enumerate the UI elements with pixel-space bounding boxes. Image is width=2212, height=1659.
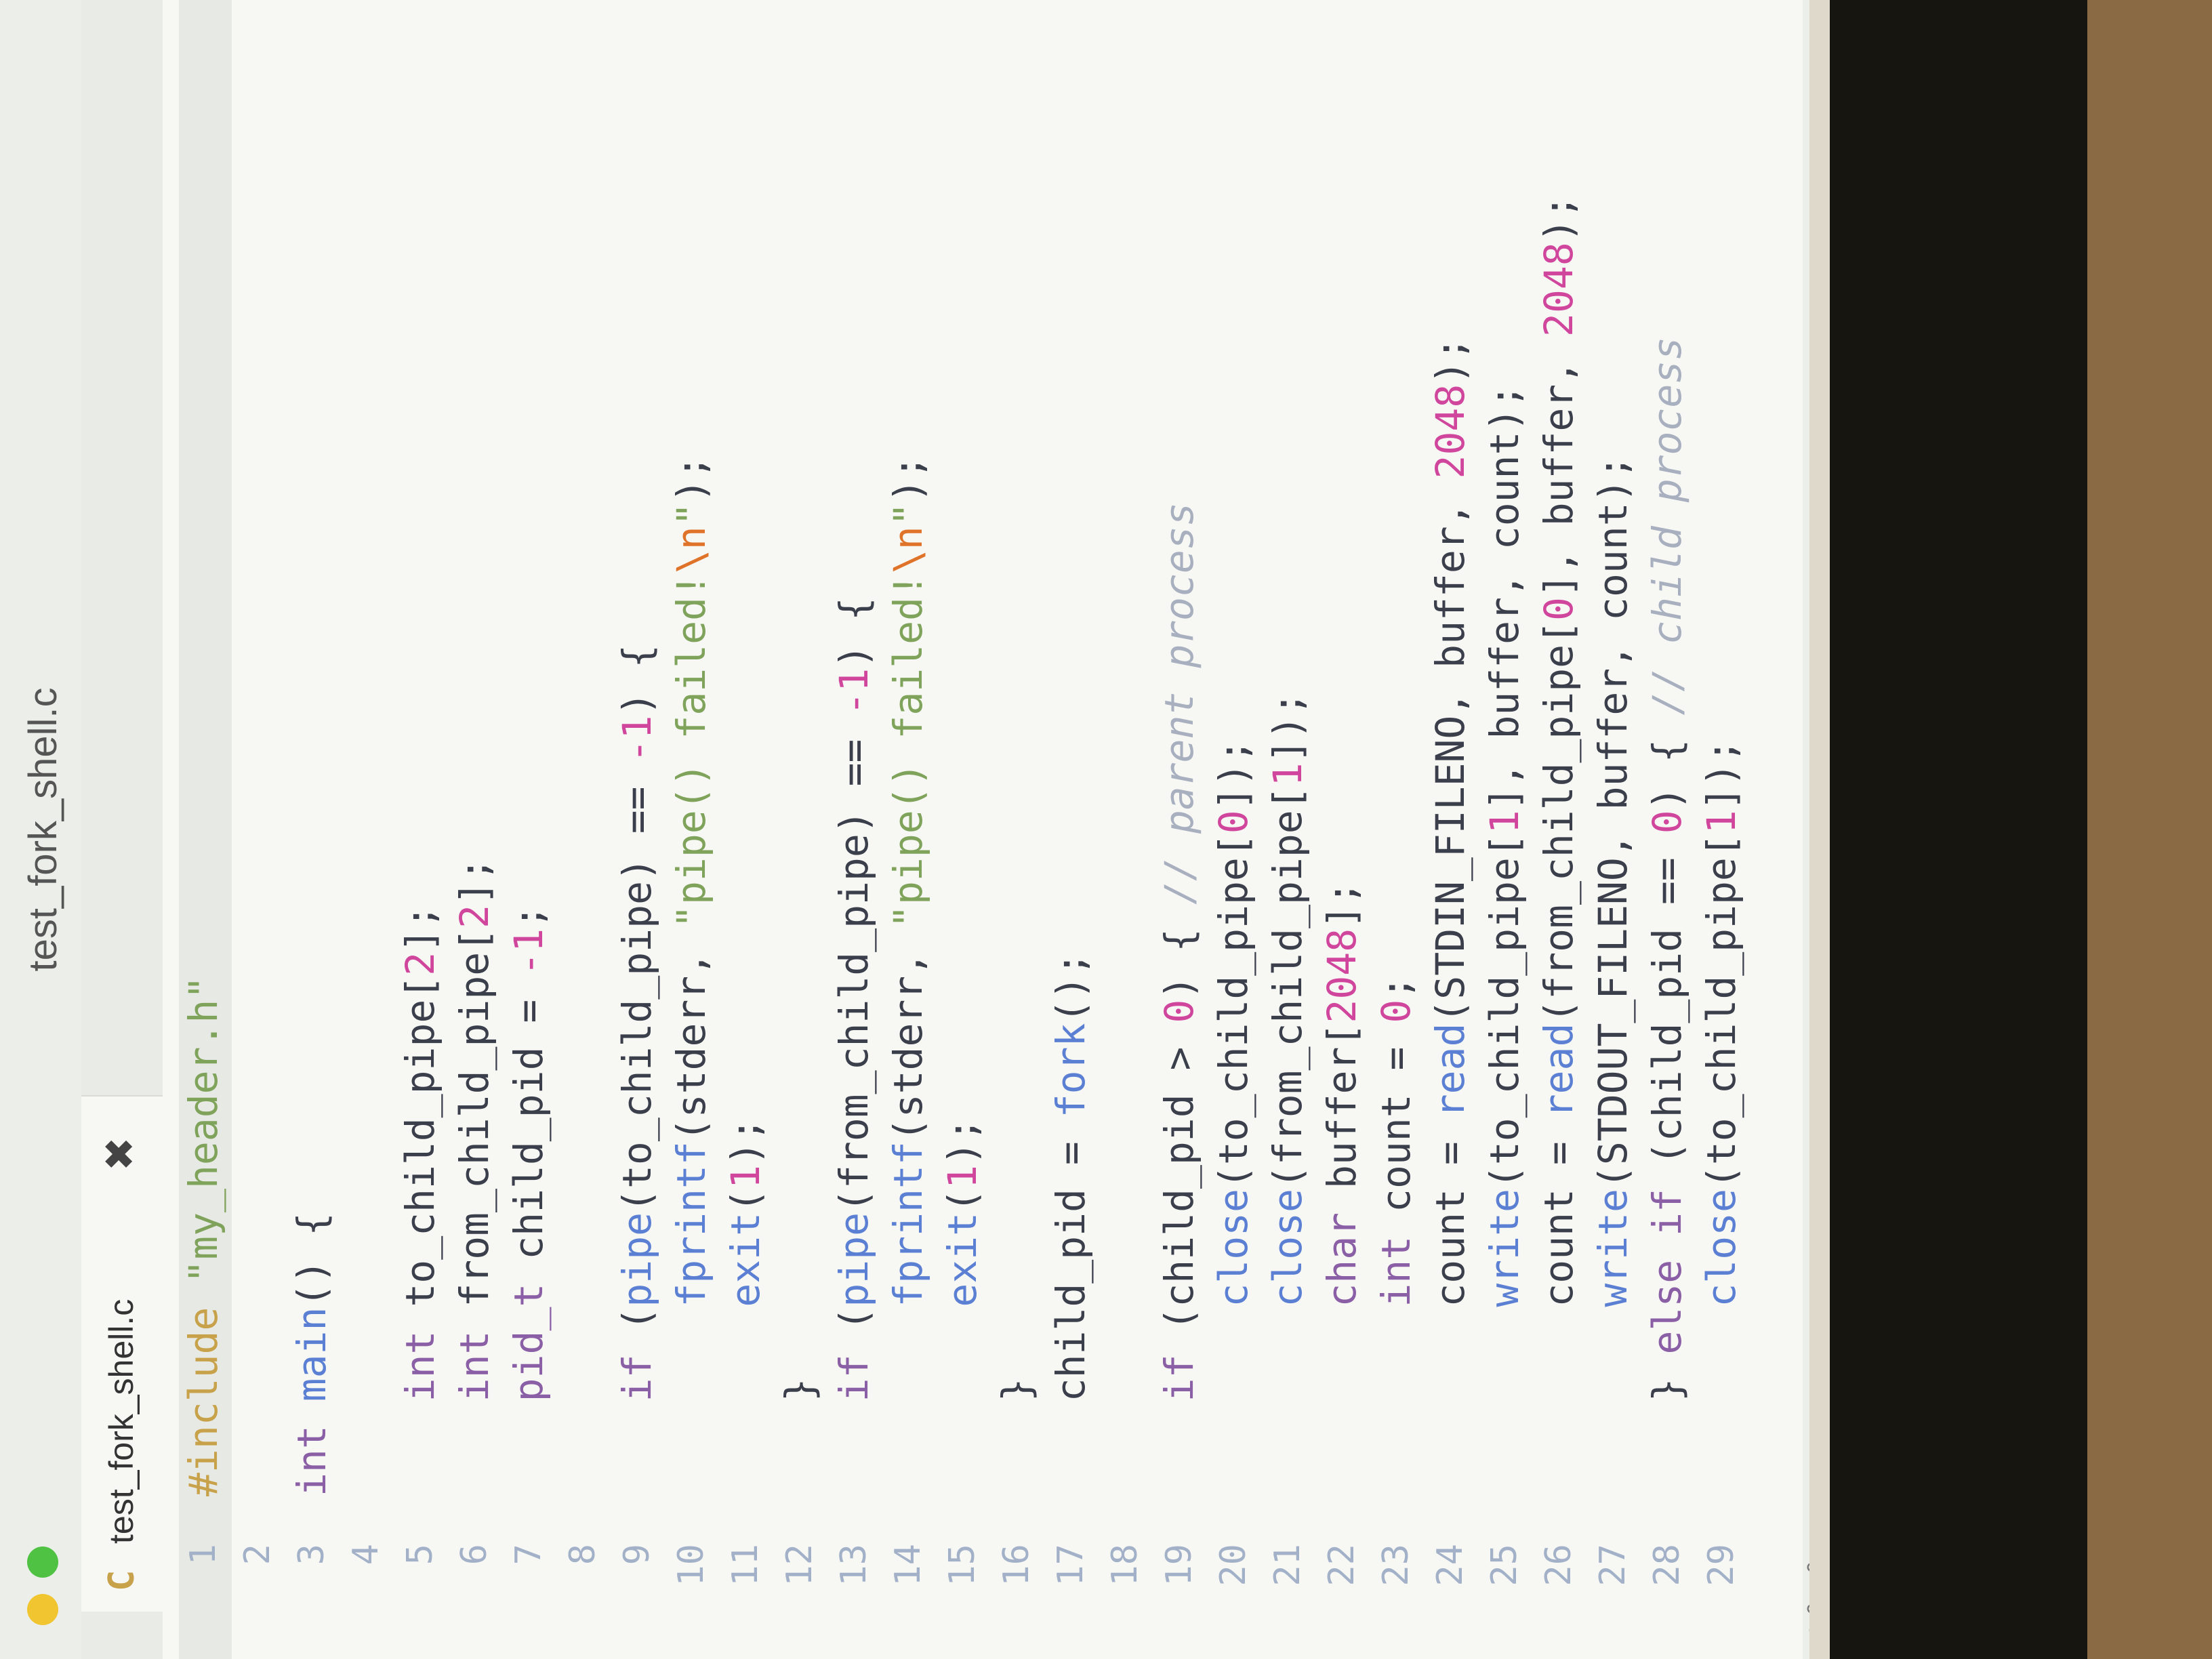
- line-number: 20: [1213, 1544, 1254, 1586]
- line-number: 25: [1484, 1544, 1525, 1586]
- code-line[interactable]: count = read(STDIN_FILENO, buffer, 2048)…: [1427, 337, 1473, 1496]
- line-number: 28: [1647, 1544, 1687, 1586]
- editor-window: test_fork_shell.c C test_fork_shell.c ✖ …: [0, 0, 1830, 1659]
- line-number: 19: [1159, 1544, 1200, 1586]
- line-number: 12: [779, 1544, 820, 1586]
- line-number: 1: [183, 1544, 224, 1565]
- code-line[interactable]: int from_child_pipe[2];: [451, 857, 497, 1496]
- line-number: 5: [400, 1544, 441, 1565]
- line-number: 3: [291, 1544, 332, 1565]
- code-line[interactable]: count = read(from_child_pipe[0], buffer,…: [1536, 194, 1582, 1496]
- line-number: 2: [237, 1544, 278, 1565]
- line-number: 16: [996, 1544, 1037, 1586]
- code-line[interactable]: char buffer[2048];: [1319, 881, 1365, 1496]
- line-number: 14: [888, 1544, 928, 1586]
- code-line[interactable]: } else if (child_pid == 0) { // child pr…: [1644, 337, 1690, 1496]
- code-line[interactable]: #include "my_header.h": [180, 976, 226, 1496]
- code-line[interactable]: pid_t child_pid = -1;: [506, 905, 552, 1496]
- tab-test-fork-shell[interactable]: C test_fork_shell.c ✖: [81, 1095, 163, 1612]
- line-number: 8: [562, 1544, 603, 1565]
- line-number: 6: [454, 1544, 495, 1565]
- code-line[interactable]: write(to_child_pipe[1], buffer, count);: [1481, 384, 1528, 1496]
- c-file-icon: C: [102, 1570, 142, 1591]
- desk-surface: [2087, 0, 2212, 1659]
- line-number: 11: [725, 1544, 766, 1586]
- line-number: 13: [834, 1544, 874, 1586]
- line-number: 10: [671, 1544, 712, 1586]
- line-number: 7: [508, 1544, 549, 1565]
- line-number-gutter: 1 2 3 4 5 6 7 8 9 10 11 12 13 14 15 16 17 18 19 20 21 22 23 24 2…: [163, 1523, 1830, 1659]
- code-line[interactable]: child_pid = fork();: [1048, 952, 1094, 1496]
- tab-label: test_fork_shell.c: [102, 1298, 140, 1544]
- close-icon[interactable]: ✖: [96, 1137, 144, 1171]
- code-line[interactable]: if (pipe(from_child_pipe) == -1) {: [831, 597, 877, 1496]
- code-line[interactable]: write(STDOUT_FILENO, buffer, count);: [1590, 455, 1636, 1496]
- line-number: 21: [1267, 1544, 1308, 1586]
- tab-bar: C test_fork_shell.c ✖: [81, 0, 164, 1659]
- line-number: 4: [346, 1544, 386, 1565]
- window-title: test_fork_shell.c: [21, 687, 65, 972]
- line-number: 22: [1322, 1544, 1362, 1586]
- line-number: 15: [942, 1544, 983, 1586]
- code-area[interactable]: #include "my_header.h" int main() { int t…: [163, 0, 1830, 1523]
- code-line[interactable]: close(from_child_pipe[1]);: [1265, 692, 1311, 1496]
- code-line[interactable]: close(to_child_pipe[0]);: [1210, 739, 1256, 1496]
- code-line[interactable]: if (pipe(to_child_pipe) == -1) {: [614, 644, 660, 1496]
- code-editor[interactable]: 1 2 3 4 5 6 7 8 9 10 11 12 13 14 15 16 17 18 19 20 21 22 23 24 2…: [163, 0, 1830, 1659]
- code-line[interactable]: exit(1);: [939, 1118, 985, 1496]
- line-number: 18: [1105, 1544, 1145, 1586]
- line-number: 27: [1593, 1544, 1633, 1586]
- code-line[interactable]: int to_child_pipe[2];: [397, 905, 443, 1496]
- monitor-bezel: [1830, 0, 2087, 1659]
- code-line[interactable]: int main() {: [289, 1212, 335, 1496]
- line-number: 29: [1701, 1544, 1742, 1586]
- line-number: 23: [1376, 1544, 1416, 1586]
- title-bar: test_fork_shell.c: [0, 0, 83, 1659]
- code-line[interactable]: exit(1);: [722, 1118, 769, 1496]
- code-line[interactable]: close(to_child_pipe[1]);: [1698, 739, 1744, 1496]
- line-number: 9: [617, 1544, 657, 1565]
- monitor-screen: test_fork_shell.c C test_fork_shell.c ✖ …: [0, 0, 1830, 1659]
- code-line[interactable]: int count = 0;: [1373, 976, 1419, 1496]
- photo-scene: test_fork_shell.c C test_fork_shell.c ✖ …: [0, 0, 2212, 1659]
- code-line[interactable]: if (child_pid > 0) { // parent process: [1156, 502, 1202, 1496]
- line-number: 24: [1430, 1544, 1471, 1586]
- line-number: 26: [1538, 1544, 1579, 1586]
- code-line[interactable]: }: [777, 1378, 823, 1496]
- line-number: 17: [1050, 1544, 1091, 1586]
- code-line[interactable]: fprintf(stderr, "pipe() failed!\n");: [668, 455, 714, 1496]
- code-line[interactable]: }: [994, 1378, 1040, 1496]
- code-line[interactable]: fprintf(stderr, "pipe() failed!\n");: [885, 455, 931, 1496]
